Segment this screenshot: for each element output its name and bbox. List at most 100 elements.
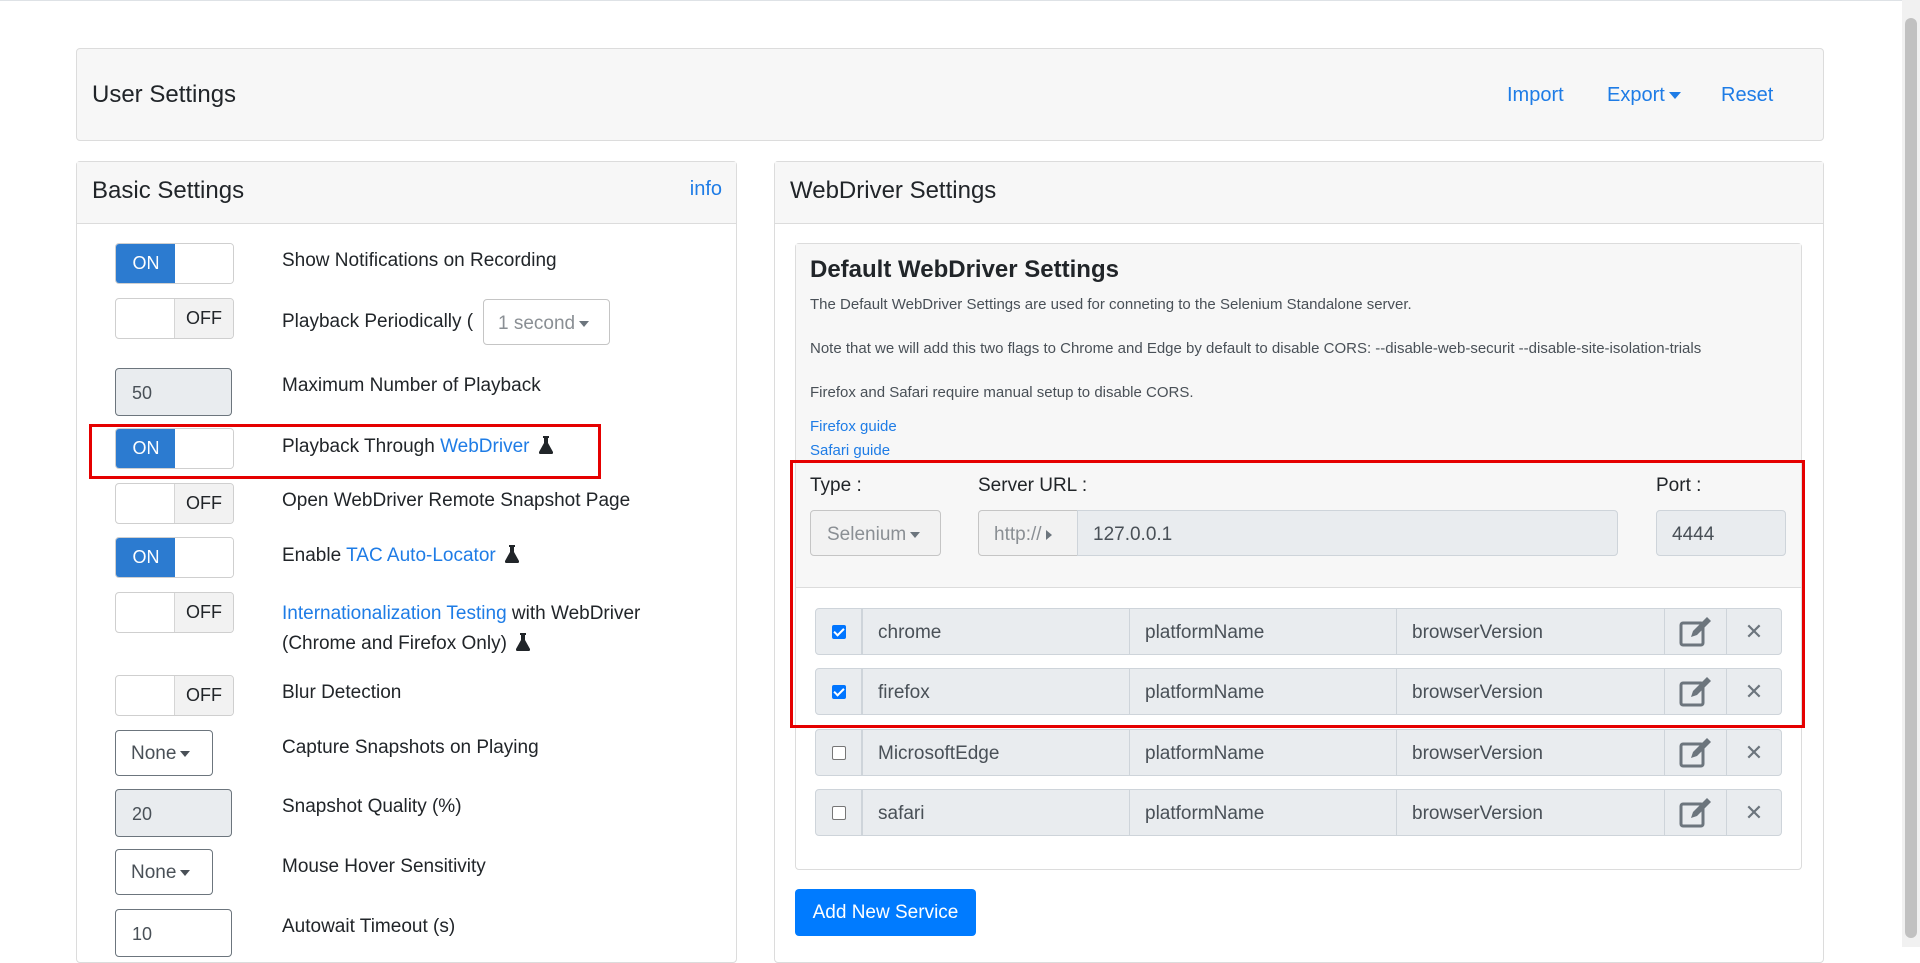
snapshot-page-label: Open WebDriver Remote Snapshot Page <box>282 490 631 511</box>
blur-toggle[interactable]: OFF <box>115 675 234 716</box>
remove-service-button[interactable]: ✕ <box>1726 608 1782 655</box>
webdriver-playback-label: Playback Through WebDriver <box>282 435 553 458</box>
edit-icon <box>1679 797 1711 827</box>
export-label: Export <box>1607 84 1665 106</box>
service-checkbox[interactable] <box>831 745 846 760</box>
flask-icon <box>505 545 519 563</box>
page-title: User Settings <box>92 81 237 108</box>
autowait-label: Autowait Timeout (s) <box>282 916 456 937</box>
webdriver-settings-header: WebDriver Settings <box>775 162 1823 224</box>
webdriver-link[interactable]: WebDriver <box>440 436 529 457</box>
service-checkbox-cell <box>815 789 862 836</box>
firefox-guide-link[interactable]: Firefox guide <box>810 418 897 435</box>
add-new-service-button[interactable]: Add New Service <box>795 889 976 936</box>
browser-version-input[interactable]: browserVersion <box>1396 608 1665 655</box>
server-url-label: Server URL : <box>978 475 1088 496</box>
notifications-toggle[interactable]: ON <box>115 243 234 284</box>
close-icon: ✕ <box>1744 739 1764 765</box>
max-playback-input[interactable]: 50 <box>115 368 232 416</box>
safari-guide-link[interactable]: Safari guide <box>810 442 890 459</box>
i18n-toggle[interactable]: OFF <box>115 592 234 633</box>
import-link[interactable]: Import <box>1507 84 1564 107</box>
browser-name-input[interactable]: safari <box>862 789 1130 836</box>
platform-name-input[interactable]: platformName <box>1129 608 1397 655</box>
interval-value: 1 second <box>498 313 576 334</box>
tac-toggle[interactable]: ON <box>115 537 234 578</box>
scrollbar-thumb[interactable] <box>1905 18 1917 938</box>
tac-link[interactable]: TAC Auto-Locator <box>346 545 496 566</box>
edit-service-button[interactable] <box>1664 789 1727 836</box>
scrollbar[interactable] <box>1902 0 1920 947</box>
webdriver-desc-2: Note that we will add this two flags to … <box>810 340 1702 357</box>
edit-icon <box>1679 676 1711 706</box>
port-input[interactable]: 4444 <box>1656 510 1786 556</box>
webdriver-prefix: Playback Through <box>282 436 441 457</box>
browser-name-input[interactable]: chrome <box>862 608 1130 655</box>
periodic-prefix: Playback Periodically ( <box>282 311 474 332</box>
webdriver-desc-3: Firefox and Safari require manual setup … <box>810 384 1194 401</box>
close-icon: ✕ <box>1744 618 1764 644</box>
edit-service-button[interactable] <box>1664 729 1727 776</box>
basic-settings-title: Basic Settings <box>92 177 245 204</box>
close-icon: ✕ <box>1744 799 1764 825</box>
caret-down-icon <box>910 531 921 538</box>
toggle-on-label: ON <box>116 538 176 577</box>
caret-down-icon <box>1668 92 1681 100</box>
browser-name-input[interactable]: firefox <box>862 668 1130 715</box>
webdriver-settings-title: WebDriver Settings <box>790 177 997 204</box>
caret-down-icon <box>180 869 191 876</box>
hover-value: None <box>131 862 177 883</box>
tac-label: Enable TAC Auto-Locator <box>282 544 519 567</box>
server-url-input[interactable]: 127.0.0.1 <box>1077 510 1618 556</box>
platform-name-input[interactable]: platformName <box>1129 789 1397 836</box>
export-dropdown[interactable]: Export <box>1607 84 1681 107</box>
capture-snapshots-select[interactable]: None <box>115 730 213 776</box>
service-checkbox[interactable] <box>831 684 846 699</box>
snapshot-quality-input[interactable]: 20 <box>115 789 232 837</box>
webdriver-desc-1: The Default WebDriver Settings are used … <box>810 296 1412 313</box>
browser-version-input[interactable]: browserVersion <box>1396 789 1665 836</box>
service-checkbox[interactable] <box>831 624 846 639</box>
platform-name-input[interactable]: platformName <box>1129 729 1397 776</box>
browser-version-input[interactable]: browserVersion <box>1396 729 1665 776</box>
caret-down-icon <box>579 320 590 327</box>
max-playback-label: Maximum Number of Playback <box>282 375 541 396</box>
playback-interval-select[interactable]: 1 second <box>483 299 610 345</box>
type-value: Selenium <box>827 524 907 545</box>
remove-service-button[interactable]: ✕ <box>1726 729 1782 776</box>
remove-service-button[interactable]: ✕ <box>1726 668 1782 715</box>
info-link[interactable]: info <box>690 178 722 201</box>
snapshot-page-toggle[interactable]: OFF <box>115 483 234 524</box>
blur-label: Blur Detection <box>282 682 402 703</box>
i18n-label: Internationalization Testing with WebDri… <box>282 599 640 659</box>
service-row: safari platformName browserVersion ✕ <box>815 789 1782 836</box>
browser-name-input[interactable]: MicrosoftEdge <box>862 729 1130 776</box>
toggle-on-label: ON <box>116 429 176 468</box>
basic-settings-header: Basic Settings info <box>77 162 736 224</box>
i18n-link[interactable]: Internationalization Testing <box>282 603 507 624</box>
browser-version-input[interactable]: browserVersion <box>1396 668 1665 715</box>
service-checkbox-cell <box>815 668 862 715</box>
hover-sensitivity-label: Mouse Hover Sensitivity <box>282 856 486 877</box>
type-label: Type : <box>810 475 862 496</box>
service-checkbox-cell <box>815 608 862 655</box>
type-select[interactable]: Selenium <box>810 510 941 556</box>
service-checkbox[interactable] <box>831 805 846 820</box>
service-row: chrome platformName browserVersion ✕ <box>815 608 1782 655</box>
default-webdriver-title: Default WebDriver Settings <box>810 256 1119 283</box>
notifications-label: Show Notifications on Recording <box>282 250 557 271</box>
autowait-input[interactable]: 10 <box>115 909 232 957</box>
tac-prefix: Enable <box>282 545 347 566</box>
webdriver-playback-toggle[interactable]: ON <box>115 428 234 469</box>
capture-snapshots-label: Capture Snapshots on Playing <box>282 737 539 758</box>
protocol-select[interactable]: http:// <box>978 510 1078 556</box>
playback-periodically-toggle[interactable]: OFF <box>115 298 234 339</box>
toggle-off-label: OFF <box>174 593 233 632</box>
platform-name-input[interactable]: platformName <box>1129 668 1397 715</box>
edit-service-button[interactable] <box>1664 608 1727 655</box>
service-row: MicrosoftEdge platformName browserVersio… <box>815 729 1782 776</box>
edit-service-button[interactable] <box>1664 668 1727 715</box>
hover-sensitivity-select[interactable]: None <box>115 849 213 895</box>
reset-link[interactable]: Reset <box>1721 84 1773 107</box>
remove-service-button[interactable]: ✕ <box>1726 789 1782 836</box>
